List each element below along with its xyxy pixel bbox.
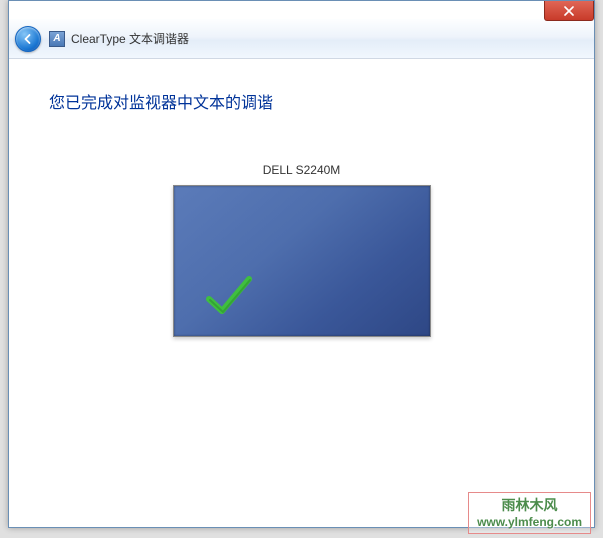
header-bar: A ClearType 文本调谐器 <box>9 19 594 59</box>
watermark-url: www.ylmfeng.com <box>477 515 582 529</box>
app-icon: A <box>49 31 65 47</box>
checkmark-icon <box>204 271 254 321</box>
app-icon-letter: A <box>53 33 60 44</box>
dialog-window: A ClearType 文本调谐器 您已完成对监视器中文本的调谐 DELL S2… <box>8 0 595 528</box>
window-title: ClearType 文本调谐器 <box>71 30 189 47</box>
watermark-text: 雨林木风 <box>477 495 582 515</box>
content-area: 您已完成对监视器中文本的调谐 DELL S2240M <box>9 59 594 367</box>
close-button[interactable] <box>544 1 594 21</box>
watermark: 雨林木风 www.ylmfeng.com <box>468 492 591 534</box>
close-icon <box>564 6 574 16</box>
monitor-preview <box>173 185 431 337</box>
page-heading: 您已完成对监视器中文本的调谐 <box>49 89 554 113</box>
monitor-name-label: DELL S2240M <box>263 163 341 177</box>
monitor-area: DELL S2240M <box>49 163 554 337</box>
back-button[interactable] <box>15 26 41 52</box>
back-arrow-icon <box>23 34 33 44</box>
